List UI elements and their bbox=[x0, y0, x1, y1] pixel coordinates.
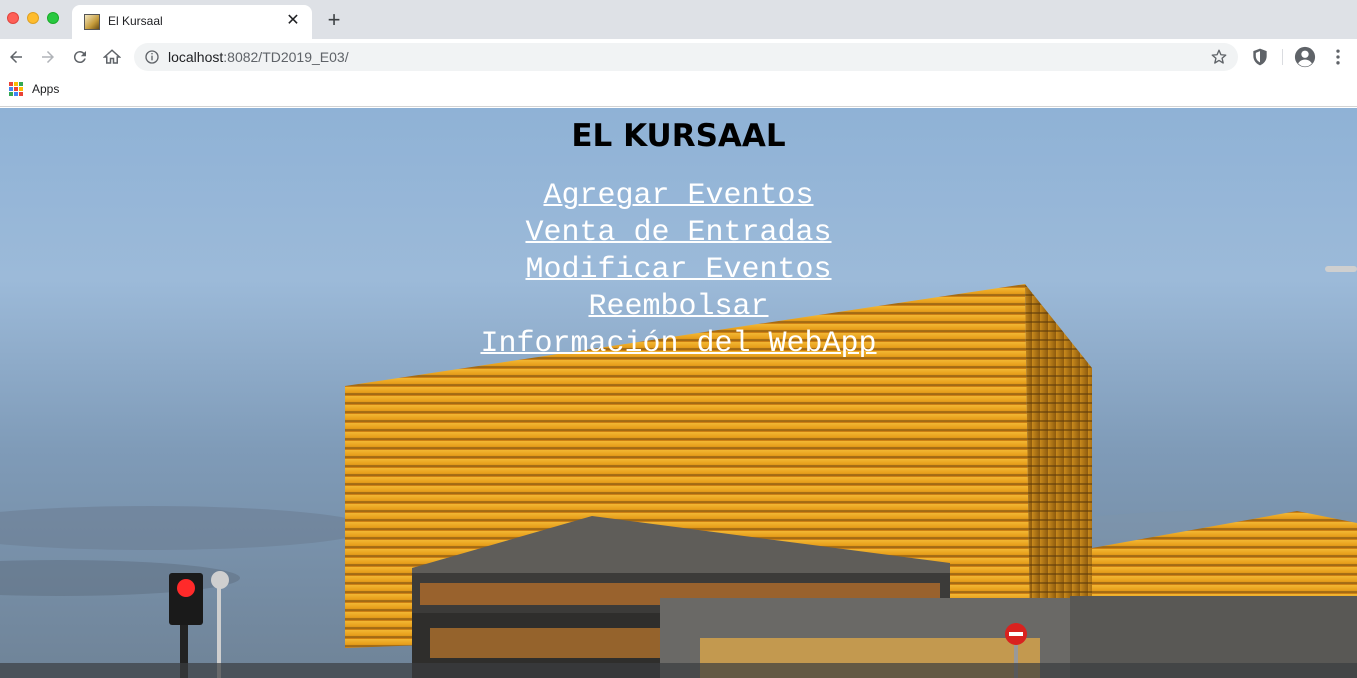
back-icon bbox=[10, 51, 22, 63]
url-path: :8082/TD2019_E03/ bbox=[223, 49, 349, 65]
nav-link-venta-entradas[interactable]: Venta de Entradas bbox=[0, 215, 1357, 252]
close-window-button[interactable] bbox=[7, 12, 19, 24]
toolbar-separator bbox=[1282, 49, 1283, 65]
home-icon bbox=[102, 49, 122, 64]
nav-link-agregar-eventos[interactable]: Agregar Eventos bbox=[0, 178, 1357, 215]
main-nav: Agregar Eventos Venta de Entradas Modifi… bbox=[0, 178, 1357, 363]
browser-tab[interactable]: El Kursaal ✕ bbox=[72, 5, 312, 39]
bookmarks-bar: Apps bbox=[0, 75, 1357, 107]
favicon-icon bbox=[84, 14, 100, 30]
nav-link-reembolsar[interactable]: Reembolsar bbox=[0, 289, 1357, 326]
maximize-window-button[interactable] bbox=[47, 12, 59, 24]
shield-icon[interactable] bbox=[1250, 47, 1270, 67]
home-button[interactable] bbox=[100, 45, 124, 69]
close-tab-icon[interactable]: ✕ bbox=[284, 12, 302, 30]
nav-link-informacion-webapp[interactable]: Información del WebApp bbox=[0, 326, 1357, 363]
more-icon[interactable] bbox=[1328, 47, 1348, 67]
url-host: localhost bbox=[168, 49, 224, 65]
apps-icon[interactable] bbox=[9, 82, 23, 96]
new-tab-button[interactable]: + bbox=[322, 9, 346, 33]
tab-title: El Kursaal bbox=[108, 14, 163, 28]
profile-icon[interactable] bbox=[1294, 46, 1316, 68]
tab-strip: El Kursaal ✕ + bbox=[0, 0, 1357, 39]
browser-toolbar: localhost:8082/TD2019_E03/ bbox=[0, 39, 1357, 75]
nav-link-modificar-eventos[interactable]: Modificar Eventos bbox=[0, 252, 1357, 289]
minimize-window-button[interactable] bbox=[27, 12, 39, 24]
page-content: EL KURSAAL Agregar Eventos Venta de Entr… bbox=[0, 108, 1357, 678]
info-icon[interactable] bbox=[144, 49, 160, 65]
address-bar[interactable]: localhost:8082/TD2019_E03/ bbox=[134, 43, 1238, 71]
reload-icon bbox=[73, 51, 86, 64]
forward-button[interactable] bbox=[36, 45, 60, 69]
url-text[interactable]: localhost:8082/TD2019_E03/ bbox=[168, 49, 349, 65]
page-title: EL KURSAAL bbox=[571, 118, 786, 154]
bookmark-apps[interactable]: Apps bbox=[32, 82, 59, 96]
forward-icon bbox=[42, 51, 54, 63]
back-button[interactable] bbox=[4, 45, 28, 69]
reload-button[interactable] bbox=[68, 45, 92, 69]
star-icon[interactable] bbox=[1210, 48, 1228, 66]
